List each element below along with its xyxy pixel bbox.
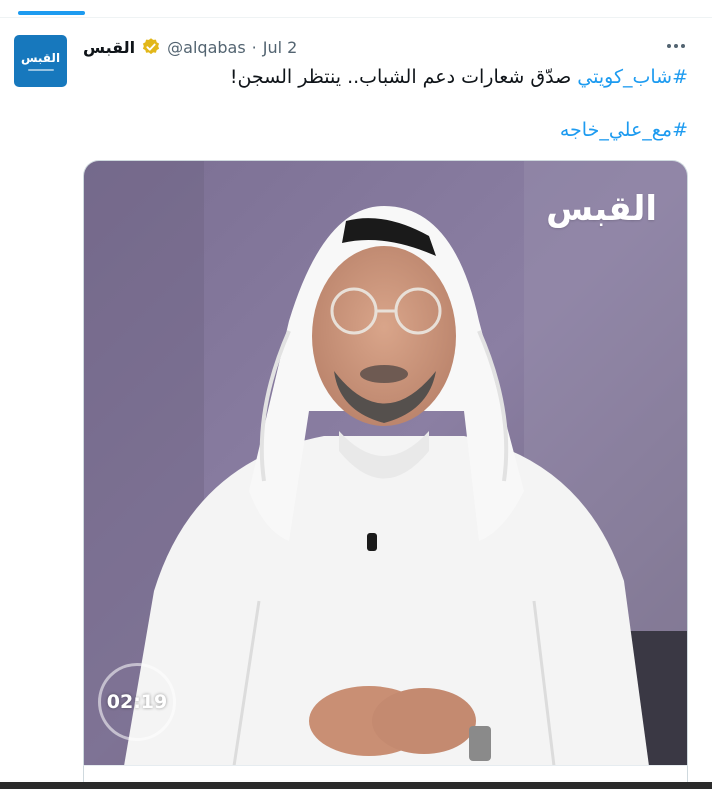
user-handle[interactable]: @alqabas: [167, 38, 246, 57]
hashtag-link-2[interactable]: #مع_علي_خاجه: [560, 119, 688, 141]
video-watermark-logo: القبس: [546, 189, 657, 229]
avatar-logo-text: القبس: [20, 51, 61, 65]
avatar[interactable]: القبس: [14, 35, 67, 87]
tweet-header: القبس @alqabas · Jul 2: [83, 35, 297, 59]
display-name[interactable]: القبس: [83, 38, 135, 57]
video-duration-badge: 02:19: [98, 663, 176, 741]
tweet-body-text: صدّق شعارات دعم الشباب.. ينتظر السجن!: [229, 66, 578, 88]
video-duration: 02:19: [106, 691, 168, 713]
tweet-text: #شاب_كويتي صدّق شعارات دعم الشباب.. ينتظ…: [88, 64, 688, 90]
avatar-logo-tagline: [27, 69, 54, 71]
more-options-icon[interactable]: [664, 36, 688, 56]
tweet-date[interactable]: Jul 2: [263, 38, 298, 57]
separator-dot: ·: [251, 37, 257, 57]
hashtag-link[interactable]: #شاب_كويتي: [577, 66, 688, 88]
top-progress-indicator: [18, 11, 85, 15]
top-divider: [0, 17, 712, 18]
verified-badge-icon: [141, 37, 161, 57]
bottom-bar: [0, 782, 712, 789]
tweet-text-line2: #مع_علي_خاجه: [88, 117, 688, 143]
video-player[interactable]: القبس 02:19: [83, 160, 688, 765]
